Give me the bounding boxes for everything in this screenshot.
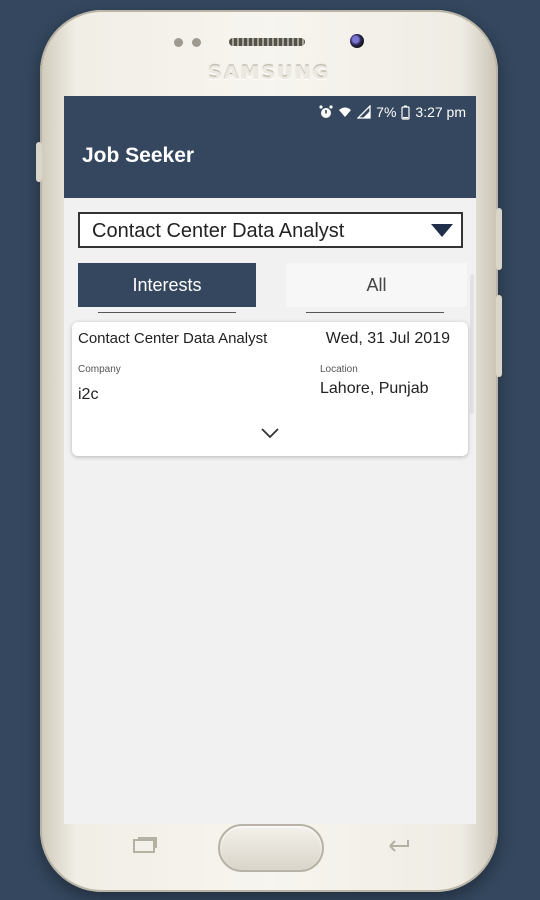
dropdown-arrow-icon	[431, 224, 453, 243]
tab-underline	[306, 312, 444, 313]
earpiece-speaker	[229, 38, 305, 46]
location-value: Lahore, Punjab	[320, 380, 429, 397]
app-title: Job Seeker	[82, 144, 195, 167]
job-title: Contact Center Data Analyst	[78, 330, 268, 347]
brand-logo: SAMSUNG	[208, 62, 330, 84]
side-key	[496, 295, 502, 377]
clock-time: 3:27 pm	[415, 104, 466, 120]
back-icon[interactable]	[386, 836, 412, 859]
status-bar: 7% 3:27 pm	[319, 102, 466, 122]
app-screen: 7% 3:27 pm Job Seeker Contact Center Dat…	[64, 96, 476, 824]
signal-icon	[357, 105, 371, 119]
battery-icon	[401, 105, 411, 120]
app-bar: 7% 3:27 pm Job Seeker	[64, 96, 476, 198]
tab-underline	[98, 312, 236, 313]
scrollbar[interactable]	[470, 274, 474, 414]
job-card[interactable]: Contact Center Data Analyst Wed, 31 Jul …	[72, 322, 468, 456]
tab-interests[interactable]: Interests	[78, 263, 256, 307]
category-select[interactable]: Contact Center Data Analyst	[78, 212, 463, 248]
company-label: Company	[78, 364, 121, 375]
power-key	[36, 142, 42, 182]
job-date: Wed, 31 Jul 2019	[325, 330, 450, 347]
sensor-dot	[174, 38, 183, 47]
tab-all[interactable]: All	[286, 263, 467, 307]
volume-key	[496, 208, 502, 270]
location-label: Location	[320, 364, 358, 375]
chevron-down-icon[interactable]	[260, 426, 280, 444]
category-select-value: Contact Center Data Analyst	[92, 220, 345, 242]
phone-frame: SAMSUNG 7% 3:27 pm Job Seeker Contact Ce…	[36, 10, 502, 892]
home-button[interactable]	[218, 824, 324, 872]
sensor-dot	[192, 38, 201, 47]
recent-apps-icon[interactable]	[132, 836, 158, 859]
wifi-icon	[338, 105, 352, 119]
alarm-icon	[319, 105, 333, 119]
company-value: i2c	[78, 386, 99, 403]
battery-percent: 7%	[376, 104, 397, 120]
front-camera	[350, 34, 364, 48]
